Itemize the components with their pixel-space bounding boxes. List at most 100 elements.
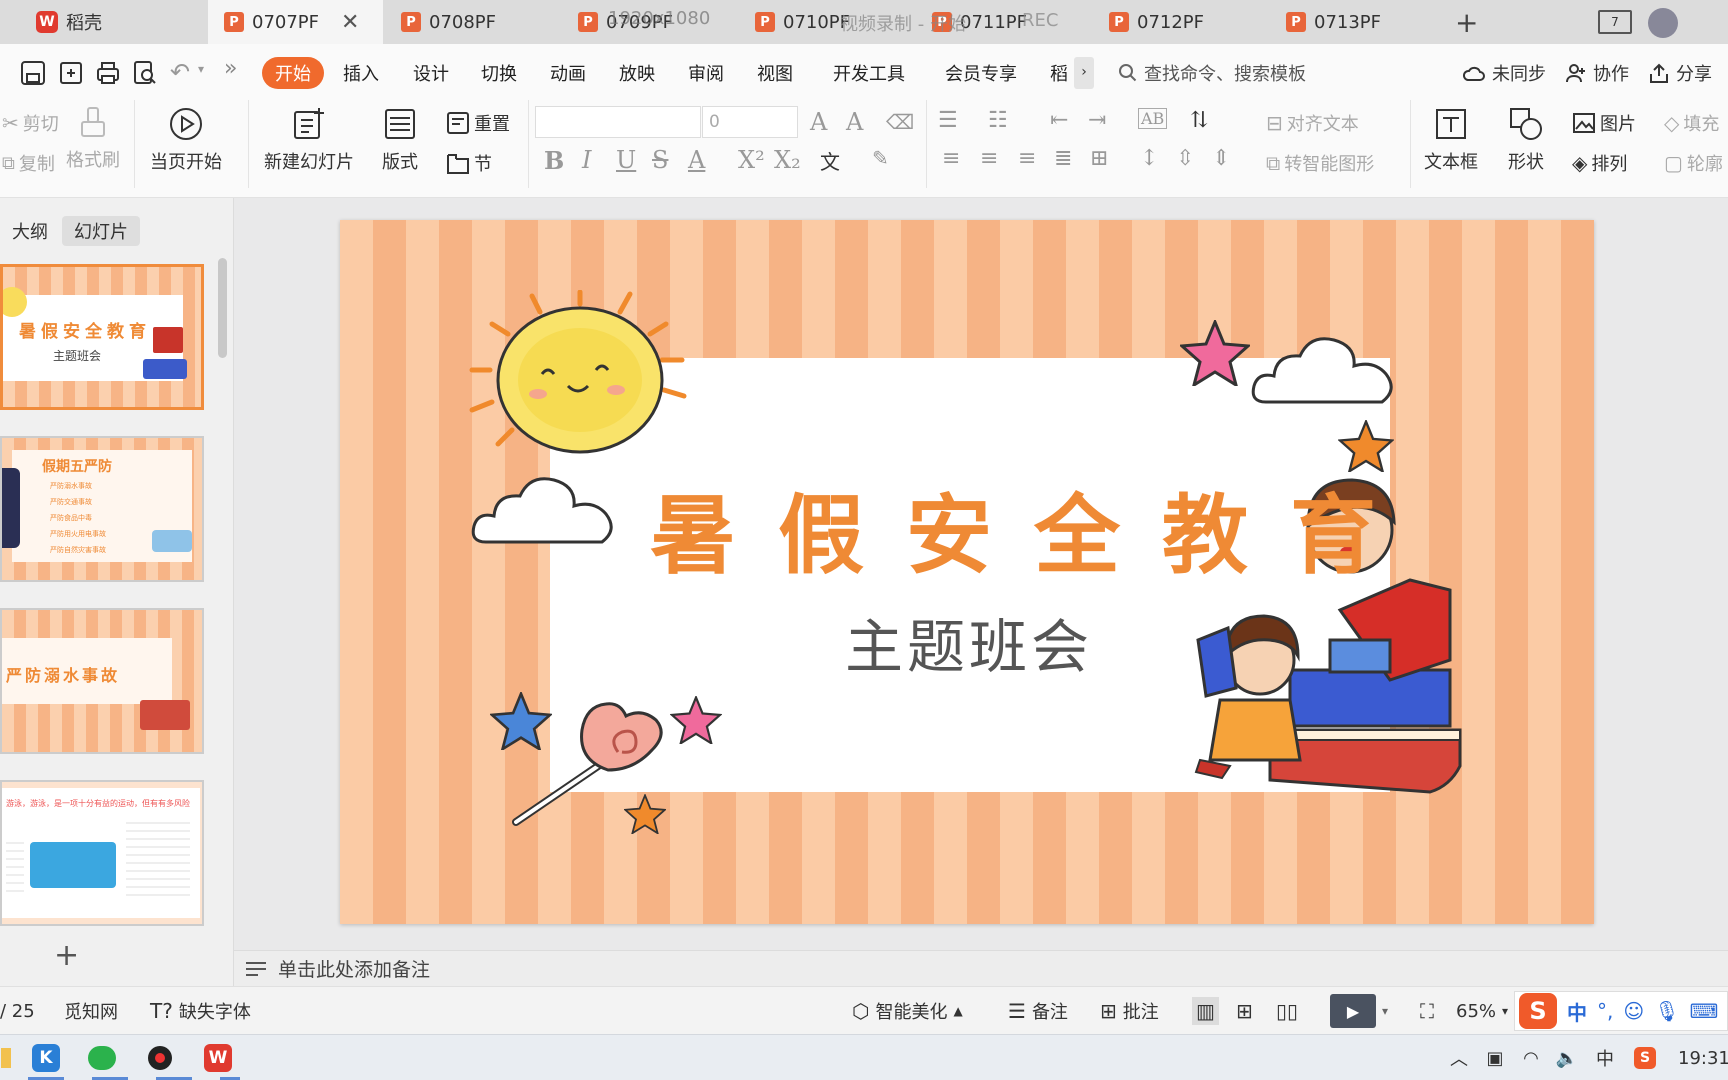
reading-view-button[interactable]: ▯▯ xyxy=(1276,987,1298,1035)
slide-title[interactable]: 暑假安全教育 xyxy=(650,465,1418,590)
underline-icon[interactable]: U xyxy=(616,146,636,174)
menu-transition[interactable]: 切换 xyxy=(481,57,517,89)
taskbar-app-k-icon[interactable]: K xyxy=(28,1035,64,1080)
wifi-icon[interactable]: ◠ xyxy=(1516,1035,1546,1080)
menu-review[interactable]: 审阅 xyxy=(688,57,724,89)
menu-docer[interactable]: 稻 xyxy=(1050,57,1068,89)
tab-document-1[interactable]: P 0707PF ✕ xyxy=(208,0,383,44)
normal-view-button[interactable]: ▥ xyxy=(1192,987,1219,1035)
close-icon[interactable]: ✕ xyxy=(341,10,359,35)
tray-network-drive-icon[interactable]: ▣ xyxy=(1480,1035,1510,1080)
fit-window-button[interactable]: ⛶ xyxy=(1420,987,1434,1035)
textbox-button[interactable]: 文本框 xyxy=(1424,106,1478,174)
smart-beautify-button[interactable]: ⬡ 智能美化 ▲ xyxy=(852,987,963,1035)
paragraph-spacing-icon[interactable]: ⇳ xyxy=(1176,146,1194,171)
line-spacing-icon[interactable]: ↕ xyxy=(1140,146,1158,171)
cut-button[interactable]: ✂ 剪切 xyxy=(2,110,59,136)
slide-thumbnail-3[interactable]: 严防溺水事故 xyxy=(0,608,204,754)
decrease-font-icon[interactable]: A xyxy=(846,108,863,136)
taskbar-recorder-icon[interactable] xyxy=(142,1035,178,1080)
avatar[interactable] xyxy=(1648,8,1678,38)
tab-document-6[interactable]: P 0712PF xyxy=(1093,0,1268,44)
collaborate-button[interactable]: 协作 xyxy=(1565,57,1629,89)
superscript-icon[interactable]: X² xyxy=(738,146,765,174)
tray-sogou-icon[interactable]: S xyxy=(1630,1035,1660,1080)
subscript-icon[interactable]: X₂ xyxy=(774,146,801,174)
notes-toggle-button[interactable]: ☰ 备注 xyxy=(1008,987,1068,1035)
sorter-view-button[interactable]: ⊞ xyxy=(1236,987,1253,1035)
new-slide-button[interactable]: 新建幻灯片 xyxy=(264,106,354,174)
undo-dropdown-icon[interactable]: ▾ xyxy=(198,62,204,76)
save-icon[interactable] xyxy=(20,60,46,86)
column-spacing-icon[interactable]: ⇕ xyxy=(1212,146,1230,171)
menu-view[interactable]: 视图 xyxy=(757,57,793,89)
comment-button[interactable]: ⊞ 批注 xyxy=(1100,987,1159,1035)
slide-thumbnail-1[interactable]: 暑假安全教育 主题班会 xyxy=(0,264,204,410)
menu-member[interactable]: 会员专享 xyxy=(945,57,1017,89)
shape-button[interactable]: 形状 xyxy=(1508,106,1544,174)
justify-icon[interactable]: ≣ xyxy=(1054,146,1072,171)
more-chevron-icon[interactable]: » xyxy=(224,56,237,81)
font-color-icon[interactable]: A xyxy=(688,146,705,174)
increase-font-icon[interactable]: A xyxy=(810,108,827,136)
reset-button[interactable]: 重置 xyxy=(446,110,510,136)
print-icon[interactable] xyxy=(95,60,121,86)
picture-button[interactable]: 图片 xyxy=(1572,110,1636,136)
tray-ime-label[interactable]: 中 xyxy=(1590,1035,1620,1080)
menu-home[interactable]: 开始 xyxy=(262,57,324,89)
font-family-select[interactable] xyxy=(535,106,701,138)
highlight-icon[interactable]: ✎ xyxy=(872,146,889,170)
play-from-current-button[interactable]: 当页开始 xyxy=(150,106,222,174)
align-left-icon[interactable]: ≡ xyxy=(942,146,960,171)
notes-bar[interactable]: 单击此处添加备注 xyxy=(234,950,1728,986)
tab-home[interactable]: W 稻壳 xyxy=(20,0,208,44)
ime-toolbar[interactable]: S 中 °, ☺ 🎙 ⌨ xyxy=(1514,991,1728,1031)
clock[interactable]: 19:31 xyxy=(1678,1035,1728,1080)
bullet-list-icon[interactable]: ☰ xyxy=(938,108,958,133)
format-painter-button[interactable]: 格式刷 xyxy=(66,106,120,172)
align-text-button[interactable]: ⊟ 对齐文本 xyxy=(1266,110,1359,136)
window-layout-icon[interactable]: 7 xyxy=(1598,10,1632,34)
slide-thumbnail-4[interactable]: 游泳，游泳，是一项十分有益的运动，但有有多风险，应谨慎防 xyxy=(0,780,204,926)
increase-indent-icon[interactable]: ⇥ xyxy=(1088,108,1106,133)
slide-thumbnail-2[interactable]: 假期五严防 严防溺水事故 严防交通事故 严防食品中毒 严防用火用电事故 严防自然… xyxy=(0,436,204,582)
section-button[interactable]: 节 xyxy=(446,150,492,176)
arrange-button[interactable]: ◈ 排列 xyxy=(1572,150,1627,176)
export-icon[interactable] xyxy=(58,60,84,86)
taskbar-wechat-icon[interactable] xyxy=(84,1035,120,1080)
menu-scroll-right-icon[interactable]: › xyxy=(1074,57,1094,89)
taskbar-wps-icon[interactable]: W xyxy=(200,1035,236,1080)
tab-slides[interactable]: 幻灯片 xyxy=(62,216,140,246)
sync-button[interactable]: 未同步 xyxy=(1462,57,1546,89)
align-right-icon[interactable]: ≡ xyxy=(1018,146,1036,171)
new-tab-button[interactable]: + xyxy=(1455,6,1478,39)
menu-slideshow[interactable]: 放映 xyxy=(619,57,655,89)
bold-icon[interactable]: B xyxy=(544,146,564,175)
outline-button[interactable]: ▢ 轮廓 xyxy=(1664,150,1723,176)
menu-animation[interactable]: 动画 xyxy=(550,57,586,89)
print-preview-icon[interactable] xyxy=(132,60,158,86)
volume-icon[interactable]: 🔈 xyxy=(1552,1035,1582,1080)
phonetic-icon[interactable]: 文 xyxy=(820,146,840,175)
fill-button[interactable]: ◇ 填充 xyxy=(1664,110,1719,136)
undo-icon[interactable]: ↶ xyxy=(170,58,190,86)
tab-document-2[interactable]: P 0708PF xyxy=(385,0,560,44)
tray-expand-icon[interactable]: ︿ xyxy=(1444,1035,1474,1080)
align-center-icon[interactable]: ≡ xyxy=(980,146,998,171)
slide-subtitle[interactable]: 主题班会 xyxy=(845,600,1093,684)
panel-scrollbar[interactable] xyxy=(218,258,227,358)
command-search[interactable]: 查找命令、搜索模板 xyxy=(1118,57,1306,89)
numbered-list-icon[interactable]: ☷ xyxy=(988,108,1008,133)
menu-insert[interactable]: 插入 xyxy=(343,57,379,89)
taskbar-folder-icon[interactable] xyxy=(0,1035,12,1080)
font-size-select[interactable]: 0 xyxy=(702,106,798,138)
add-slide-button[interactable]: + xyxy=(54,938,79,973)
layout-button[interactable]: 版式 xyxy=(382,106,418,174)
tab-document-7[interactable]: P 0713PF xyxy=(1270,0,1445,44)
convert-smartart-button[interactable]: ⧉ 转智能图形 xyxy=(1266,150,1374,176)
missing-font-button[interactable]: T? 缺失字体 xyxy=(150,987,251,1035)
sort-icon[interactable]: ⇅ xyxy=(1190,108,1208,133)
menu-developer[interactable]: 开发工具 xyxy=(833,57,905,89)
menu-design[interactable]: 设计 xyxy=(413,57,449,89)
text-direction-icon[interactable]: AB xyxy=(1138,108,1168,129)
